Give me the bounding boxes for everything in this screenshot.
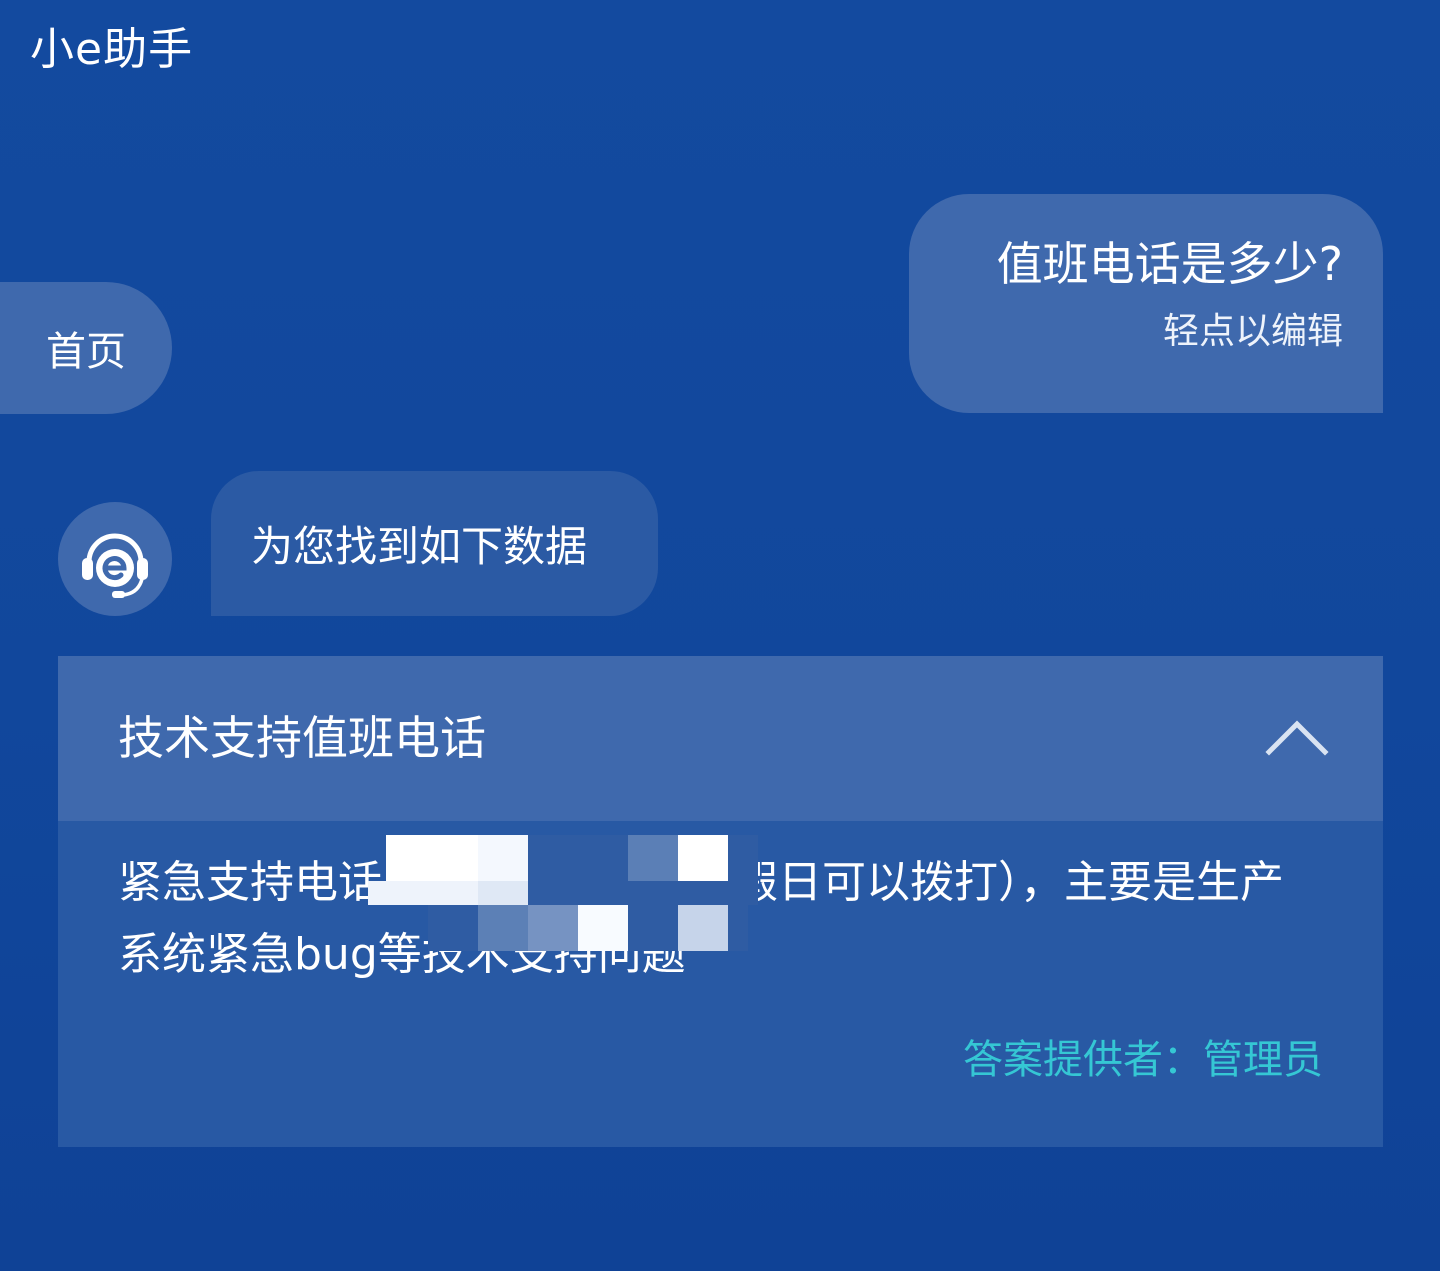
headset-e-logo-icon bbox=[82, 533, 148, 598]
provider-name: 管理员 bbox=[1203, 1037, 1323, 1083]
answer-text: 紧急支持电话（非工作时间及节假日可以拨打），主要是生产系统紧急bug等技术支持问… bbox=[118, 857, 1284, 980]
edit-hint[interactable]: 轻点以编辑 bbox=[949, 310, 1343, 354]
user-question-text: 值班电话是多少? bbox=[996, 237, 1343, 291]
bot-message-text: 为您找到如下数据 bbox=[251, 522, 588, 571]
bot-avatar bbox=[58, 502, 172, 616]
home-button-label: 首页 bbox=[46, 329, 126, 375]
answer-provider: 答案提供者：管理员 bbox=[963, 1035, 1323, 1085]
result-card: 技术支持值班电话 紧急支持电话（非工作时间及节假日可以拨打），主要是生产系统紧急… bbox=[58, 656, 1383, 1147]
provider-label: 答案提供者： bbox=[963, 1037, 1203, 1083]
bot-message-bubble: 为您找到如下数据 bbox=[211, 471, 658, 616]
app-title: 小e助手 bbox=[30, 24, 194, 75]
result-card-body: 紧急支持电话（非工作时间及节假日可以拨打），主要是生产系统紧急bug等技术支持问… bbox=[58, 821, 1383, 1147]
result-card-header[interactable]: 技术支持值班电话 bbox=[58, 656, 1383, 821]
chevron-up-icon[interactable] bbox=[1265, 716, 1329, 756]
user-message-bubble[interactable]: 值班电话是多少? 轻点以编辑 bbox=[909, 194, 1383, 413]
home-button[interactable]: 首页 bbox=[0, 282, 172, 414]
result-card-title: 技术支持值班电话 bbox=[118, 711, 486, 765]
